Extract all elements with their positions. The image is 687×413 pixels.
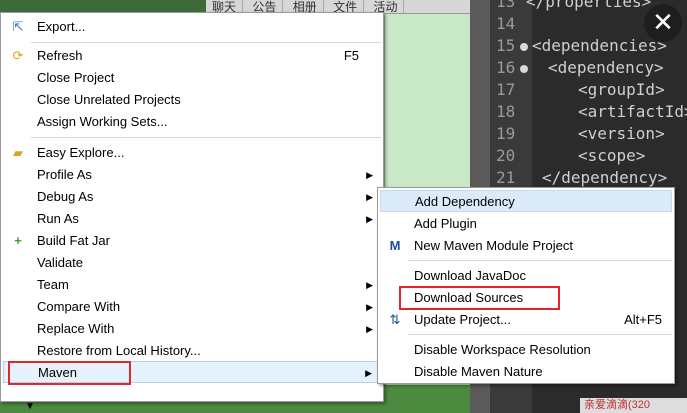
- submenu-arrow-icon: ▶: [366, 170, 373, 180]
- menu-item-download-javadoc[interactable]: Download JavaDoc: [380, 265, 672, 287]
- menu-item-label: Profile As: [37, 167, 92, 182]
- submenu-arrow-icon: ▶: [366, 192, 373, 202]
- menu-item-label: Restore from Local History...: [37, 343, 201, 358]
- maven-update-icon: ⇅: [389, 312, 401, 327]
- menu-item-export[interactable]: ⇱ Export...: [3, 16, 381, 38]
- menu-item-disable-workspace-resolution[interactable]: Disable Workspace Resolution: [380, 339, 672, 361]
- menu-separator: [31, 137, 381, 138]
- shortcut-label: F5: [343, 48, 359, 63]
- plus-icon: +: [14, 233, 22, 248]
- menu-item-disable-maven-nature[interactable]: Disable Maven Nature: [380, 361, 672, 383]
- menu-item-team[interactable]: Team ▶: [3, 274, 381, 296]
- close-icon[interactable]: ✕: [644, 4, 682, 42]
- menu-item-label: Disable Maven Nature: [414, 364, 543, 379]
- maven-icon: M: [389, 238, 401, 253]
- menu-item-validate[interactable]: Validate: [3, 252, 381, 274]
- code-line: 19 <version>: [490, 124, 687, 146]
- menu-separator: [31, 42, 381, 43]
- menu-item-refresh[interactable]: ⟳ Refresh F5: [3, 45, 381, 67]
- menu-item-add-dependency[interactable]: Add Dependency: [380, 190, 672, 212]
- menu-item-label: Build Fat Jar: [37, 233, 110, 248]
- menu-item-label: Validate: [37, 255, 84, 270]
- menu-item-label: Close Project: [37, 70, 115, 85]
- submenu-arrow-icon: ▶: [365, 368, 372, 378]
- line-number: 13: [496, 0, 516, 11]
- menu-item-label: Run As: [37, 211, 79, 226]
- submenu-arrow-icon: ▶: [366, 280, 373, 290]
- line-number: 14: [496, 14, 516, 33]
- submenu-arrow-icon: ▶: [366, 324, 373, 334]
- menu-separator: [408, 260, 672, 261]
- fold-toggle-icon[interactable]: [520, 64, 528, 73]
- menu-item-close-project[interactable]: Close Project: [3, 67, 381, 89]
- menu-item-compare-with[interactable]: Compare With ▶: [3, 296, 381, 318]
- line-number: 18: [496, 102, 516, 121]
- code-line: 17 <groupId>: [490, 80, 687, 102]
- menu-item-debug-as[interactable]: Debug As ▶: [3, 186, 381, 208]
- code-line: 16 <dependency>: [490, 58, 687, 80]
- menu-item-replace-with[interactable]: Replace With ▶: [3, 318, 381, 340]
- submenu-arrow-icon: ▶: [366, 302, 373, 312]
- code-line: 20 <scope>: [490, 146, 687, 168]
- menu-item-label: Replace With: [37, 321, 115, 336]
- code-text: <dependencies>: [532, 36, 667, 55]
- menu-item-label: Assign Working Sets...: [37, 114, 168, 129]
- code-text: <groupId>: [578, 80, 665, 99]
- menu-item-label: Debug As: [37, 189, 94, 204]
- menu-item-label: Close Unrelated Projects: [37, 92, 181, 107]
- menu-item-new-maven-module-project[interactable]: M New Maven Module Project: [380, 235, 672, 257]
- menu-item-profile-as[interactable]: Profile As ▶: [3, 164, 381, 186]
- menu-item-restore-from-local-history[interactable]: Restore from Local History...: [3, 340, 381, 362]
- menu-item-easy-explore[interactable]: ▰ Easy Explore...: [3, 142, 381, 164]
- menu-item-run-as[interactable]: Run As ▶: [3, 208, 381, 230]
- line-number: 21: [496, 168, 516, 187]
- menu-item-label: Team: [37, 277, 69, 292]
- menu-item-label: New Maven Module Project: [414, 238, 573, 253]
- menu-item-add-plugin[interactable]: Add Plugin: [380, 213, 672, 235]
- line-number: 19: [496, 124, 516, 143]
- line-number: 20: [496, 146, 516, 165]
- chat-notification[interactable]: 亲爱滴滴(320: [580, 398, 687, 413]
- menu-item-label: Export...: [37, 19, 86, 34]
- code-text: </properties>: [526, 0, 652, 11]
- menu-separator: [408, 334, 672, 335]
- refresh-icon: ⟳: [12, 48, 24, 63]
- line-number: 17: [496, 80, 516, 99]
- submenu-arrow-icon: ▶: [366, 214, 373, 224]
- menu-item-assign-working-sets[interactable]: Assign Working Sets...: [3, 111, 381, 133]
- code-text: <artifactId>: [578, 102, 687, 121]
- menu-item-label: Add Plugin: [414, 216, 477, 231]
- code-text: <version>: [578, 124, 665, 143]
- maven-submenu: Add Dependency Add Plugin M New Maven Mo…: [377, 187, 675, 384]
- code-text: <scope>: [578, 146, 646, 165]
- project-context-menu: ⇱ Export... ⟳ Refresh F5 Close Project C…: [0, 12, 384, 412]
- download-sources-highlight-box: [399, 286, 560, 310]
- menu-item-label: Compare With: [37, 299, 121, 314]
- folder-icon: ▰: [13, 145, 23, 160]
- code-text: <dependency>: [548, 58, 664, 77]
- menu-item-label: Update Project...: [414, 312, 511, 327]
- fold-toggle-icon[interactable]: [520, 42, 528, 51]
- maven-highlight-box: [8, 361, 131, 385]
- menu-item-label: Disable Workspace Resolution: [414, 342, 591, 357]
- menu-item-build-fat-jar[interactable]: + Build Fat Jar: [3, 230, 381, 252]
- export-icon: ⇱: [12, 19, 24, 34]
- menu-item-close-unrelated-projects[interactable]: Close Unrelated Projects: [3, 89, 381, 111]
- menu-item-label: Easy Explore...: [37, 145, 125, 160]
- menu-item-label: Refresh: [37, 48, 83, 63]
- shortcut-label: Alt+F5: [624, 312, 662, 327]
- code-text: </dependency>: [542, 168, 668, 187]
- menu-item-label: Add Dependency: [415, 194, 515, 209]
- menu-item-label: Download JavaDoc: [414, 268, 527, 283]
- code-line: 18 <artifactId>: [490, 102, 687, 124]
- more-items-arrow-icon[interactable]: ▼: [25, 401, 35, 412]
- menu-item-update-project[interactable]: ⇅ Update Project... Alt+F5: [380, 309, 672, 331]
